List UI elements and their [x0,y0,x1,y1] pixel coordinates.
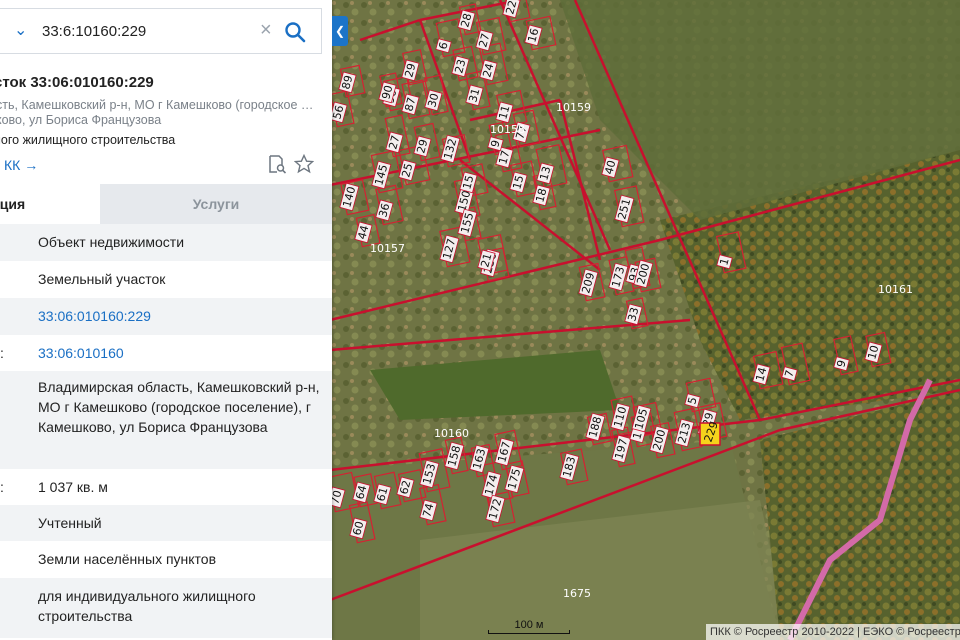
attribute-label: : [0,479,4,495]
quarter-label-10158: 10158 [490,123,525,136]
search-icon[interactable] [284,21,306,43]
search-bar: ⌄ 33:6:10160:229 × [0,8,322,54]
tab-information-label: ация [0,196,26,212]
chevron-down-icon[interactable]: ⌄ [14,20,27,40]
attribute-value: Владимирская область, Камешковский р-н, … [38,379,320,435]
attribute-row: : 1 037 кв. м [0,469,332,505]
parcel-title: сток 33:06:010160:229 [0,74,154,91]
quarter-label-10159: 10159 [556,101,591,114]
attribute-value: для индивидуального жилищного строительс… [38,588,256,624]
scale-bar [488,630,570,634]
quarter-label-10157: 10157 [370,242,405,255]
tab-information[interactable]: ация [0,184,100,224]
attribute-row: Объект недвижимости [0,224,332,261]
search-input[interactable]: 33:6:10160:229 [42,23,146,40]
attribute-row: Учтенный [0,505,332,541]
attribute-row: Земли населённых пунктов [0,541,332,578]
document-search-icon[interactable] [267,154,287,174]
close-icon[interactable]: × [260,19,272,42]
attribute-link-value[interactable]: 33:06:010160:229 [38,306,323,326]
attribute-value: Земли населённых пунктов [38,551,217,567]
attribute-row: Владимирская область, Камешковский р-н, … [0,371,332,469]
star-icon[interactable] [294,154,314,174]
attribute-link-value[interactable]: 33:06:010160 [38,343,323,363]
attribute-value: Земельный участок [38,271,166,287]
attribute-row: : 33:06:010160 [0,335,332,371]
quarter-label-1675: 1675 [563,587,591,600]
attribute-value: 1 037 кв. м [38,479,108,495]
attribute-row: Земельный участок [0,261,332,298]
attribute-label: : [0,345,4,361]
info-panel: ⌄ 33:6:10160:229 × сток 33:06:010160:229… [0,0,332,640]
tab-services-label: Услуги [192,196,240,212]
parcel-purpose-summary: ного жилищного строительства [0,133,176,147]
attribute-table: Объект недвижимости Земельный участок 33:0… [0,224,332,638]
map-attribution: ПКК © Росреестр 2010-2022 | ЕЭКО © Росре… [706,624,960,640]
attribute-value: Учтенный [38,515,102,531]
tab-services[interactable]: Услуги [100,184,332,224]
attribute-row: 33:06:010160:229 [0,298,332,335]
kk-link[interactable]: КК → [4,157,38,173]
tab-bar: ация Услуги [0,184,332,224]
quarter-label-10161: 10161 [878,283,913,296]
quarter-label-10160: 10160 [434,427,469,440]
parcel-address-summary: сть, Камешковский р-н, МО г Камешково (г… [0,98,314,127]
attribute-value: Объект недвижимости [38,234,185,250]
chevron-left-icon[interactable]: ❮ [332,16,348,46]
attribute-row: для индивидуального жилищного строительс… [0,578,332,638]
map-scale: 100 м [488,619,570,634]
